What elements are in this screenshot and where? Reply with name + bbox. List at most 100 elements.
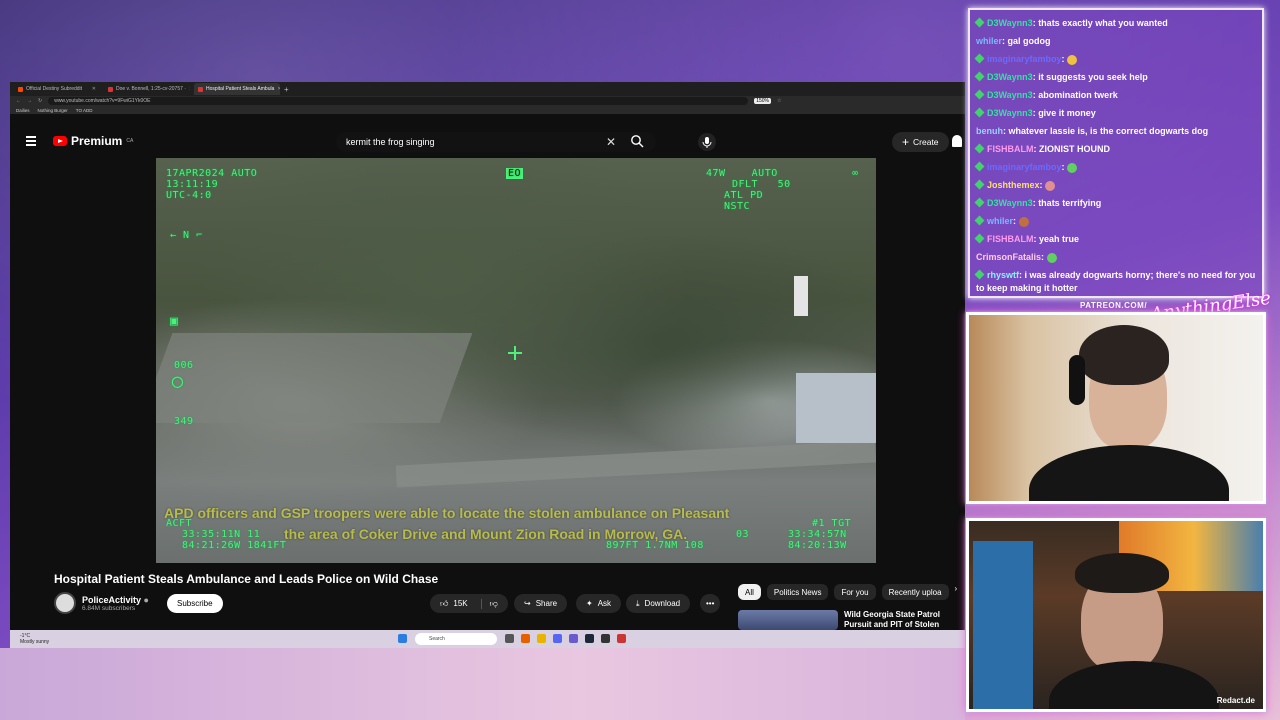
- search-icon[interactable]: [630, 134, 644, 148]
- new-tab-button[interactable]: +: [284, 85, 289, 94]
- chat-username[interactable]: D3Waynn3: [987, 72, 1033, 82]
- chat-message: whiler: gal godog: [976, 32, 1256, 50]
- chat-username[interactable]: D3Waynn3: [987, 108, 1033, 118]
- chat-username[interactable]: FISHBALM: [987, 234, 1034, 244]
- microphone-icon[interactable]: [698, 133, 716, 151]
- close-icon[interactable]: ✕: [189, 86, 190, 92]
- share-button[interactable]: ↪ Share: [514, 594, 568, 613]
- task-view-icon[interactable]: [505, 634, 514, 643]
- bookmark-item[interactable]: TO ADD: [76, 108, 93, 113]
- browser-tab-active[interactable]: Hospital Patient Steals Ambula ✕: [194, 83, 280, 95]
- chevron-right-icon[interactable]: ›: [955, 584, 958, 600]
- bookmark-item[interactable]: Nothing Burger: [38, 108, 68, 113]
- subscribe-button[interactable]: Subscribe: [167, 594, 223, 613]
- chat-message: D3Waynn3: thats exactly what you wanted: [974, 14, 1256, 32]
- channel-name[interactable]: PoliceActivity ●: [82, 595, 149, 605]
- search-input[interactable]: kermit the frog singing ✕: [336, 132, 656, 152]
- chip-for-you[interactable]: For you: [834, 584, 876, 600]
- chat-username[interactable]: imaginaryfamboy: [987, 162, 1062, 172]
- create-button[interactable]: + Create: [892, 132, 949, 152]
- chat-username[interactable]: whiler: [976, 36, 1002, 46]
- menu-icon[interactable]: [26, 136, 36, 146]
- reload-icon[interactable]: ↻: [38, 98, 42, 104]
- subscriber-badge-icon: [974, 161, 985, 172]
- browser-tab[interactable]: Doe v. Bonnell, 1:25-cv-20757 ·✕: [104, 83, 190, 95]
- ask-button[interactable]: ✦ Ask: [576, 594, 622, 613]
- youtube-logo[interactable]: Premium CA: [53, 134, 133, 148]
- more-actions-button[interactable]: •••: [700, 594, 721, 613]
- chat-username[interactable]: rhyswtf: [987, 270, 1019, 280]
- chat-separator: :: [1013, 216, 1019, 226]
- bookmarks-bar: Dailies Nothing Burger TO ADD: [10, 106, 965, 114]
- chat-username[interactable]: imaginaryfamboy: [987, 54, 1062, 64]
- weather-widget[interactable]: -1°C Mostly sunny: [20, 633, 49, 645]
- share-icon: ↪: [524, 599, 531, 608]
- clear-search-icon[interactable]: ✕: [606, 135, 616, 149]
- firefox-icon[interactable]: [521, 634, 530, 643]
- chat-username[interactable]: D3Waynn3: [987, 18, 1033, 28]
- chip-politics-news[interactable]: Politics News: [766, 584, 829, 600]
- chat-separator: :: [1041, 252, 1047, 262]
- recommended-video[interactable]: Wild Georgia State Patrol Pursuit and PI…: [738, 610, 944, 630]
- avatar[interactable]: [54, 592, 76, 614]
- tab-bar: Official Destiny Subreddit ✕ Doe v. Bonne…: [10, 82, 965, 96]
- back-icon[interactable]: ←: [16, 98, 21, 104]
- close-icon[interactable]: ✕: [277, 86, 280, 92]
- thumbs-down-icon[interactable]: 👎︎: [480, 598, 498, 609]
- chat-text: ZIONIST HOUND: [1039, 144, 1110, 154]
- app-icon[interactable]: [617, 634, 626, 643]
- chat-text: whatever lassie is, is the correct dogwa…: [1008, 126, 1209, 136]
- chat-message: FISHBALM: yeah true: [974, 230, 1256, 248]
- chip-all[interactable]: All: [738, 584, 761, 600]
- app-icon[interactable]: [569, 634, 578, 643]
- taskbar-search[interactable]: Search: [415, 633, 497, 645]
- browser-tab[interactable]: Official Destiny Subreddit ✕: [14, 83, 100, 95]
- chat-username[interactable]: CrimsonFatalis: [976, 252, 1041, 262]
- zoom-level[interactable]: 150%: [754, 98, 771, 104]
- star-icon[interactable]: ☆: [777, 98, 781, 104]
- download-button[interactable]: ⤓ Download: [626, 594, 691, 613]
- emote-icon: [1067, 54, 1078, 65]
- chat-text: abomination twerk: [1038, 90, 1118, 100]
- app-icon[interactable]: [601, 634, 610, 643]
- chat-username[interactable]: D3Waynn3: [987, 198, 1033, 208]
- hud-right: DFLT 50: [732, 179, 791, 190]
- compass-icon: ◯: [172, 371, 184, 392]
- file-explorer-icon[interactable]: [537, 634, 546, 643]
- forward-icon[interactable]: →: [27, 98, 32, 104]
- like-button[interactable]: 👍︎ 15K 👎︎: [430, 594, 508, 613]
- chip-recently-uploaded[interactable]: Recently uploa: [881, 584, 949, 600]
- video-scene: [395, 440, 876, 488]
- thumbs-up-icon: 👍︎: [440, 598, 449, 608]
- bookmark-item[interactable]: Dailies: [16, 108, 30, 113]
- url-field[interactable]: www.youtube.com/watch?v=9FwiG1Yk0OE: [48, 97, 749, 105]
- chat-message: Joshthemex:: [974, 176, 1256, 194]
- webcam-guest: Redact.de: [966, 518, 1266, 712]
- chat-text: give it money: [1038, 108, 1096, 118]
- chat-username[interactable]: Joshthemex: [987, 180, 1040, 190]
- chat-username[interactable]: D3Waynn3: [987, 90, 1033, 100]
- channel-info[interactable]: PoliceActivity ● 6.84M subscribers: [54, 592, 149, 614]
- notification-bell-icon[interactable]: [952, 135, 962, 147]
- video-scene: [794, 276, 808, 316]
- recommended-video-title[interactable]: Wild Georgia State Patrol Pursuit and PI…: [844, 610, 944, 630]
- hud-time: 13:11:19: [166, 179, 219, 190]
- steam-icon[interactable]: [585, 634, 594, 643]
- hud-utc: UTC-4:0: [166, 190, 212, 201]
- chat-message: whiler:: [974, 212, 1256, 230]
- youtube-play-icon: [53, 136, 67, 146]
- video-player[interactable]: 17APR2024 AUTO 13:11:19 UTC-4:0 EO 47W A…: [156, 158, 876, 563]
- chat-username[interactable]: FISHBALM: [987, 144, 1034, 154]
- video-thumbnail[interactable]: [738, 610, 838, 630]
- chat-username[interactable]: benuh: [976, 126, 1003, 136]
- close-icon[interactable]: ✕: [92, 86, 96, 92]
- chat-message: imaginaryfamboy:: [974, 50, 1256, 68]
- chat-message: imaginaryfamboy:: [974, 158, 1256, 176]
- chat-message: D3Waynn3: give it money: [974, 104, 1256, 122]
- more-icon: •••: [706, 599, 715, 608]
- windows-start-icon[interactable]: [398, 634, 407, 643]
- discord-icon[interactable]: [553, 634, 562, 643]
- chat-username[interactable]: whiler: [987, 216, 1013, 226]
- subscriber-badge-icon: [974, 215, 985, 226]
- infinity-icon: ∞: [852, 168, 859, 179]
